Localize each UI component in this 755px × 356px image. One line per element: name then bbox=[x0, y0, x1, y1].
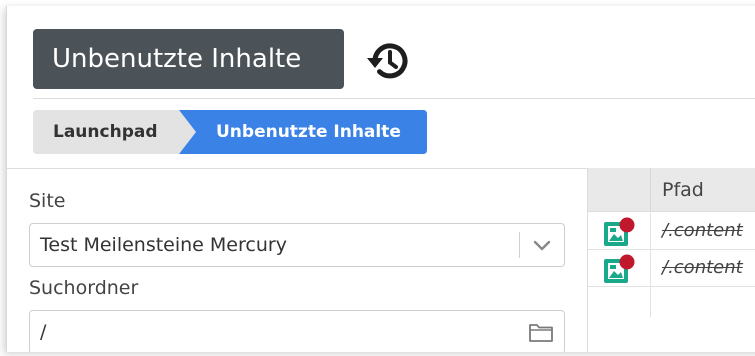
header-divider bbox=[33, 98, 755, 99]
image-resource-icon[interactable] bbox=[602, 216, 636, 248]
site-label: Site bbox=[29, 190, 66, 212]
breadcrumb-item-launchpad[interactable]: Launchpad bbox=[53, 110, 158, 154]
column-separator bbox=[650, 287, 651, 317]
column-separator bbox=[650, 168, 651, 212]
table-row[interactable]: /.content bbox=[588, 213, 755, 250]
folder-input-value: / bbox=[40, 321, 47, 343]
site-select-value: Test Meilensteine Mercury bbox=[40, 234, 287, 256]
table-row[interactable]: /.content bbox=[588, 250, 755, 287]
path-cell[interactable]: /.content bbox=[662, 213, 743, 249]
breadcrumb-item-current[interactable]: Unbenutzte Inhalte bbox=[216, 110, 401, 154]
site-select-divider bbox=[519, 232, 520, 258]
app-window: Unbenutzte Inhalte Launchpad Unbenutzte … bbox=[6, 6, 755, 352]
page-title-button[interactable]: Unbenutzte Inhalte bbox=[33, 29, 344, 89]
results-table: Pfad /.content /.content bbox=[587, 168, 755, 352]
column-separator bbox=[650, 250, 651, 286]
column-header-path[interactable]: Pfad bbox=[662, 168, 704, 212]
table-header: Pfad bbox=[588, 168, 755, 212]
image-resource-icon[interactable] bbox=[602, 253, 636, 285]
folder-icon[interactable] bbox=[528, 321, 553, 343]
history-icon[interactable] bbox=[364, 38, 410, 84]
path-cell[interactable]: /.content bbox=[662, 250, 743, 286]
folder-input[interactable]: / bbox=[29, 310, 565, 352]
folder-label: Suchordner bbox=[29, 277, 139, 299]
column-separator bbox=[650, 213, 651, 249]
chevron-down-icon[interactable] bbox=[530, 234, 554, 256]
site-select[interactable]: Test Meilensteine Mercury bbox=[29, 223, 565, 267]
